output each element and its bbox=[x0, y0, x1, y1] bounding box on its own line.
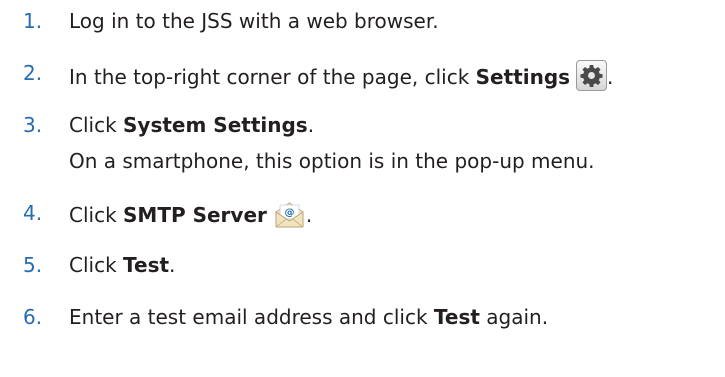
step-text: Click SMTP Server @ . bbox=[69, 200, 312, 230]
step-number: 4. bbox=[23, 201, 43, 225]
settings-label: Settings bbox=[475, 65, 571, 89]
step-number: 2. bbox=[23, 61, 43, 85]
step-number: 1. bbox=[23, 9, 43, 33]
envelope-at-icon: @ bbox=[273, 200, 306, 230]
system-settings-label: System Settings bbox=[123, 113, 308, 137]
test-label: Test bbox=[433, 305, 480, 329]
svg-text:@: @ bbox=[284, 208, 294, 219]
step-text: Click System Settings. bbox=[69, 113, 315, 137]
step-number: 5. bbox=[23, 253, 43, 277]
test-label: Test bbox=[123, 253, 170, 277]
step-text: Enter a test email address and click Tes… bbox=[69, 305, 549, 329]
smtp-server-label: SMTP Server bbox=[123, 203, 267, 227]
step-text: Log in to the JSS with a web browser. bbox=[69, 9, 439, 33]
gear-icon bbox=[576, 60, 608, 91]
step-text: Click Test. bbox=[69, 253, 176, 277]
step-number: 3. bbox=[23, 113, 43, 137]
step-text: In the top-right corner of the page, cli… bbox=[69, 60, 613, 91]
instruction-steps: 1. Log in to the JSS with a web browser.… bbox=[0, 0, 725, 377]
step-3-note: On a smartphone, this option is in the p… bbox=[69, 149, 595, 173]
step-number: 6. bbox=[23, 305, 43, 329]
